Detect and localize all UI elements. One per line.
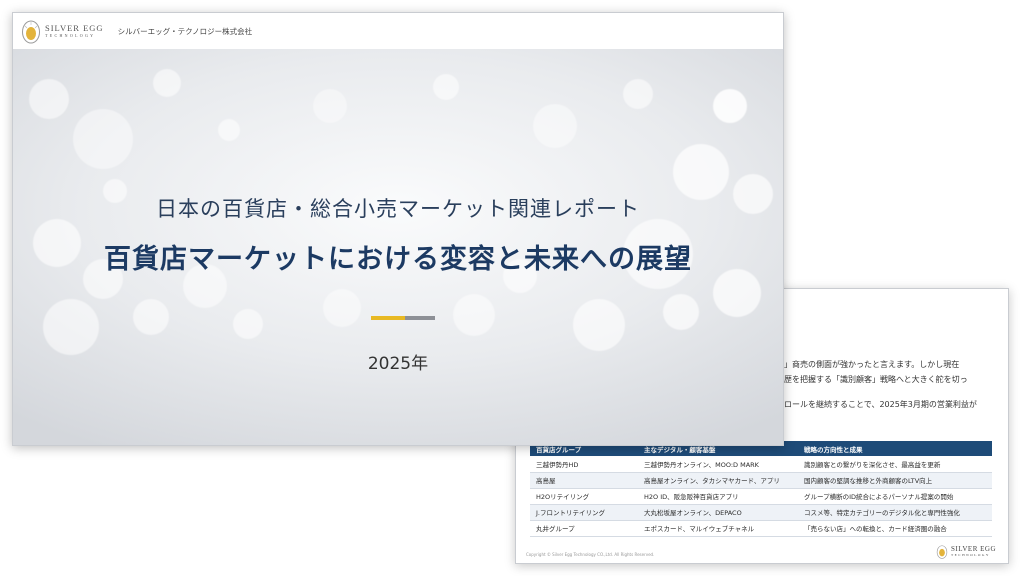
egg-logo-icon — [936, 545, 948, 559]
back-paragraph-line-2: 購買履歴を把握する「識別顧客」戦略へと大きく舵を切っ — [760, 375, 968, 384]
table-cell: H2Oリテイリング — [530, 488, 638, 505]
report-title: 百貨店マーケットにおける変容と未来への展望 — [104, 244, 692, 275]
table-cell: 「売らない店」への転換と、カード経済圏の融合 — [798, 520, 992, 537]
company-logo: SILVER EGG TECHNOLOGY — [21, 18, 104, 44]
table-row: 三越伊勢丹HD 三越伊勢丹オンライン、MOO:D MARK 識別顧客との繋がりを… — [530, 456, 992, 473]
company-name: シルバーエッグ・テクノロジー株式会社 — [117, 26, 253, 36]
table-cell: グループ横断のID統合によるパーソナル提案の開始 — [798, 488, 992, 505]
logo-sub: TECHNOLOGY — [45, 33, 96, 39]
hero-background: 日本の百貨店・総合小売マーケット関連レポート 百貨店マーケットにおける変容と未来… — [13, 49, 783, 445]
footer-logo-brand: SILVER EGG — [951, 544, 996, 553]
table-cell: エポスカード、マルイウェブチャネル — [638, 520, 798, 537]
footer-logo: SILVER EGG TECHNOLOGY — [936, 544, 996, 559]
footer-logo-sub: TECHNOLOGY — [951, 552, 990, 557]
accent-bar-gold — [371, 316, 405, 320]
strategy-table: 百貨店グループ 主なデジタル・顧客基盤 戦略の方向性と成果 三越伊勢丹HD 三越… — [530, 441, 992, 537]
table-cell: 大丸松坂屋オンライン、DEPACO — [638, 504, 798, 521]
table-cell: 丸井グループ — [530, 520, 638, 537]
slide-header: SILVER EGG TECHNOLOGY シルバーエッグ・テクノロジー株式会社 — [13, 13, 783, 49]
table-row: J.フロントリテイリング 大丸松坂屋オンライン、DEPACO コスメ等、特定カテ… — [530, 504, 992, 521]
table-row: 丸井グループ エポスカード、マルイウェブチャネル 「売らない店」への転換と、カー… — [530, 520, 992, 537]
table-cell: 三越伊勢丹HD — [530, 456, 638, 473]
table-cell: 三越伊勢丹オンライン、MOO:D MARK — [638, 456, 798, 473]
accent-bar-gray — [405, 316, 435, 320]
table-cell: 識別顧客との繋がりを深化させ、最高益を更新 — [798, 456, 992, 473]
table-cell: コスメ等、特定カテゴリーのデジタル化と専門性強化 — [798, 504, 992, 521]
egg-logo-icon — [22, 20, 40, 44]
table-header-cell: 戦略の方向性と成果 — [798, 441, 992, 456]
back-paragraph-line-3: コントロールを継続することで、2025年3月期の営業利益が — [760, 400, 977, 409]
report-year: 2025年 — [367, 354, 429, 374]
back-paragraph-line-1: 「待つ」商売の側面が強かったと言えます。しかし現在 — [760, 360, 960, 369]
table-row: H2Oリテイリング H2O ID、阪急阪神百貨店アプリ グループ横断のID統合に… — [530, 488, 992, 505]
table-row: 高島屋 高島屋オンライン、タカシマヤカード、アプリ 国内顧客の堅調な推移と外商顧… — [530, 472, 992, 489]
table-cell: 国内顧客の堅調な推移と外商顧客のLTV向上 — [798, 472, 992, 489]
table-cell: 高島屋オンライン、タカシマヤカード、アプリ — [638, 472, 798, 489]
logo-brand: SILVER EGG — [45, 22, 104, 33]
title-slide: SILVER EGG TECHNOLOGY シルバーエッグ・テクノロジー株式会社 — [12, 12, 784, 446]
table-cell: H2O ID、阪急阪神百貨店アプリ — [638, 488, 798, 505]
table-cell: 高島屋 — [530, 472, 638, 489]
copyright-notice: Copyright © Silver Egg Technology CO.,Lt… — [526, 552, 655, 557]
report-subtitle: 日本の百貨店・総合小売マーケット関連レポート — [156, 197, 640, 221]
table-cell: J.フロントリテイリング — [530, 504, 638, 521]
